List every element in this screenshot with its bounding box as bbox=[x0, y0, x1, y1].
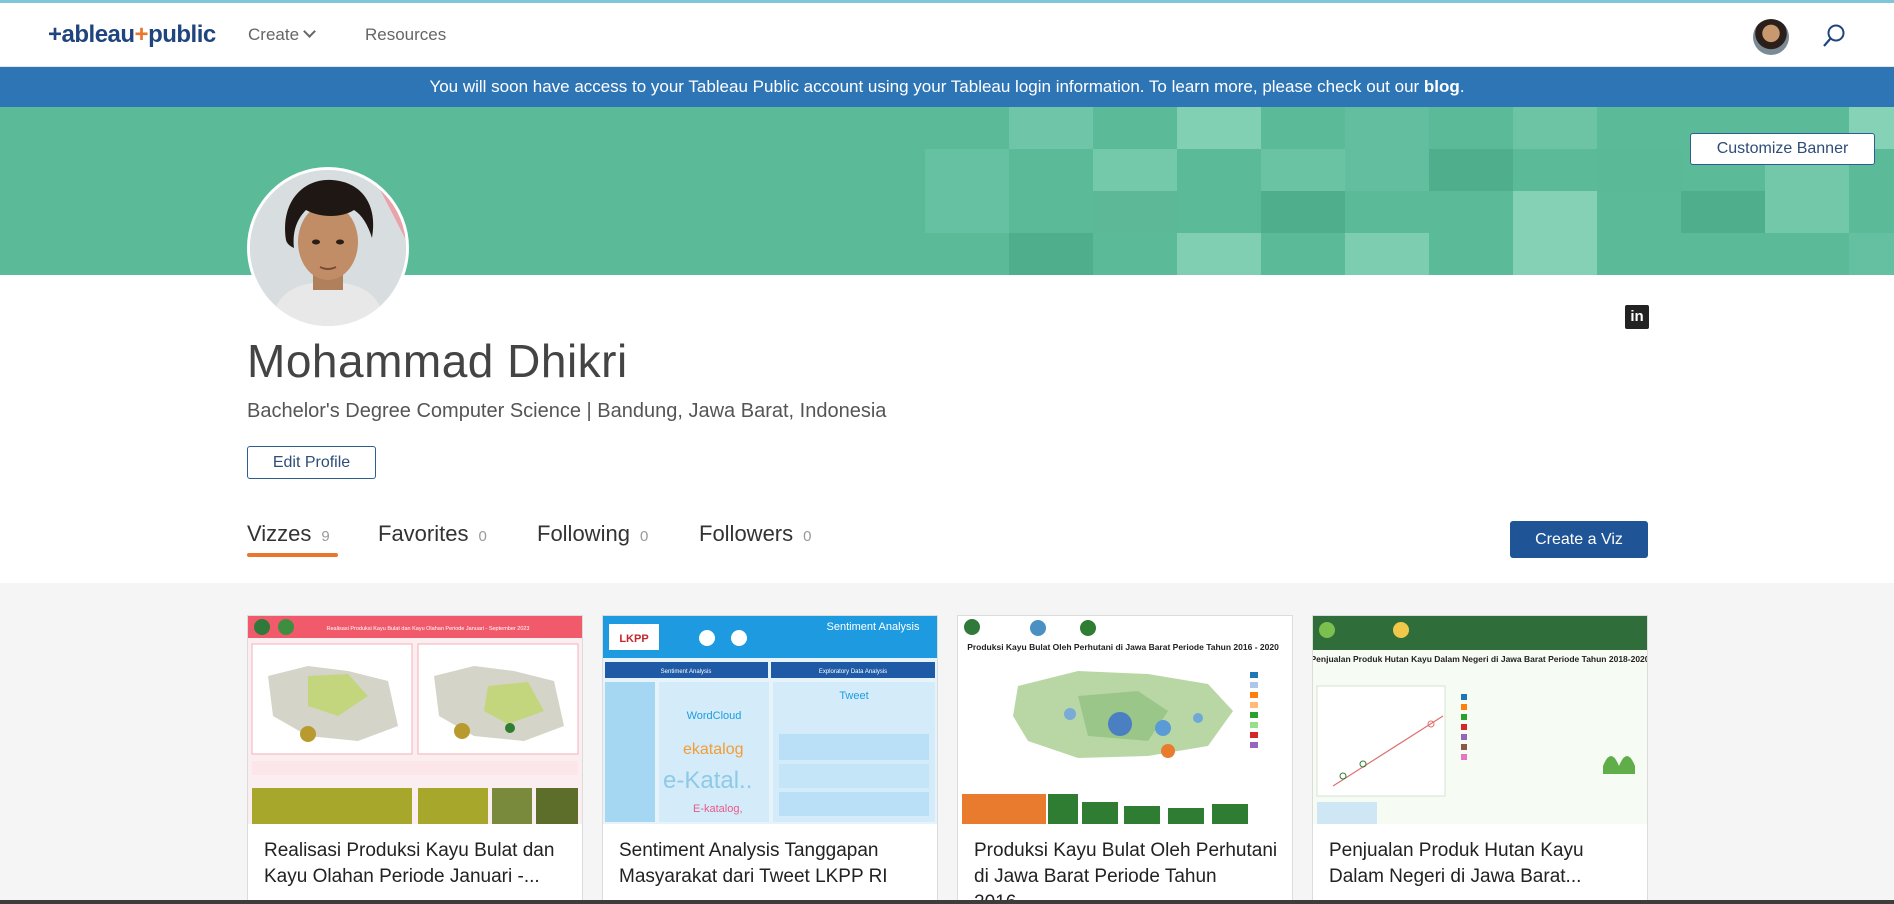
search-icon[interactable] bbox=[1822, 23, 1846, 49]
active-tab-indicator bbox=[247, 553, 338, 557]
tab-count: 0 bbox=[478, 528, 487, 545]
banner-tile bbox=[1093, 191, 1177, 233]
banner-tile bbox=[1345, 233, 1429, 275]
tab-label: Vizzes bbox=[247, 521, 312, 546]
edit-profile-button[interactable]: Edit Profile bbox=[247, 446, 376, 479]
info-message: You will soon have access to your Tablea… bbox=[429, 77, 1424, 96]
thumb-word: e-Katal.. bbox=[663, 767, 752, 794]
thumb-heading: Produksi Kayu Bulat Oleh Perhutani di Ja… bbox=[967, 642, 1279, 652]
blog-link[interactable]: blog bbox=[1424, 77, 1460, 96]
viz-card[interactable]: Produksi Kayu Bulat Oleh Perhutani di Ja… bbox=[957, 615, 1293, 904]
viz-card[interactable]: Realisasi Produksi Kayu Bulat dan Kayu O… bbox=[247, 615, 583, 904]
thumb-heading: Realisasi Produksi Kayu Bulat dan Kayu O… bbox=[326, 626, 529, 632]
banner-tile bbox=[1261, 149, 1345, 191]
tab-favorites[interactable]: Favorites 0 bbox=[378, 521, 487, 547]
banner-tile bbox=[1681, 191, 1765, 233]
svg-text:E-katalog,: E-katalog, bbox=[693, 803, 743, 815]
tab-label: Following bbox=[537, 521, 630, 546]
banner-tile bbox=[1177, 107, 1261, 149]
profile-name: Mohammad Dhikri bbox=[247, 335, 628, 387]
banner-tile bbox=[1429, 149, 1513, 191]
info-tail: . bbox=[1459, 77, 1465, 96]
viz-card-title[interactable]: Sentiment Analysis Tanggapan Masyarakat … bbox=[619, 838, 924, 890]
banner-tile bbox=[925, 149, 1009, 233]
top-header: +ableau+public Create Resources bbox=[0, 3, 1894, 67]
tab-following[interactable]: Following 0 bbox=[537, 521, 648, 547]
profile-photo bbox=[247, 167, 409, 329]
banner-tile bbox=[1597, 149, 1681, 191]
viz-thumbnail[interactable]: LKPP Sentiment Analysis Sentiment Analys… bbox=[603, 616, 937, 824]
viz-thumbnail[interactable]: Realisasi Produksi Kayu Bulat dan Kayu O… bbox=[248, 616, 582, 824]
tableau-public-logo[interactable]: +ableau+public bbox=[48, 21, 216, 49]
banner-tile bbox=[1513, 191, 1597, 275]
viz-card[interactable]: LKPP Sentiment Analysis Sentiment Analys… bbox=[602, 615, 938, 904]
tab-label: Favorites bbox=[378, 521, 469, 546]
thumb-tab: Exploratory Data Analysis bbox=[819, 669, 887, 675]
viz-card[interactable]: Penjualan Produk Hutan Kayu Dalam Negeri… bbox=[1312, 615, 1648, 904]
viz-card-title[interactable]: Produksi Kayu Bulat Oleh Perhutani di Ja… bbox=[974, 838, 1279, 903]
svg-text:ekatalog: ekatalog bbox=[683, 741, 744, 758]
viz-thumbnail[interactable]: Produksi Kayu Bulat Oleh Perhutani di Ja… bbox=[958, 616, 1292, 824]
tab-count: 0 bbox=[803, 528, 812, 545]
user-avatar[interactable] bbox=[1753, 19, 1789, 55]
tab-followers[interactable]: Followers 0 bbox=[699, 521, 811, 547]
profile-bio: Bachelor's Degree Computer Science | Ban… bbox=[247, 400, 887, 422]
chevron-down-icon bbox=[303, 25, 316, 38]
linkedin-icon[interactable]: in bbox=[1625, 305, 1649, 329]
viz-thumbnail[interactable]: Penjualan Produk Hutan Kayu Dalam Negeri… bbox=[1313, 616, 1647, 824]
banner-tile bbox=[1093, 149, 1177, 191]
create-viz-button[interactable]: Create a Viz bbox=[1510, 521, 1648, 558]
thumb-heading: Sentiment Analysis bbox=[827, 621, 920, 633]
banner-tile bbox=[1345, 107, 1429, 191]
nav-create[interactable]: Create bbox=[248, 25, 316, 45]
banner-tile bbox=[1009, 107, 1093, 149]
banner-tile bbox=[1261, 191, 1345, 233]
tab-count: 9 bbox=[321, 528, 330, 545]
thumb-heading: Penjualan Produk Hutan Kayu Dalam Negeri… bbox=[1313, 654, 1647, 664]
tab-label: Followers bbox=[699, 521, 794, 546]
customize-banner-button[interactable]: Customize Banner bbox=[1690, 133, 1875, 165]
tab-vizzes[interactable]: Vizzes 9 bbox=[247, 521, 330, 547]
window-bottom-edge bbox=[0, 900, 1894, 904]
info-banner: You will soon have access to your Tablea… bbox=[0, 67, 1894, 107]
thumb-word: WordCloud bbox=[687, 710, 742, 722]
viz-card-title[interactable]: Penjualan Produk Hutan Kayu Dalam Negeri… bbox=[1329, 838, 1634, 890]
tab-count: 0 bbox=[639, 528, 649, 545]
nav-resources[interactable]: Resources bbox=[365, 25, 446, 45]
thumb-tab: Sentiment Analysis bbox=[661, 669, 712, 675]
thumb-word: Tweet bbox=[839, 690, 868, 702]
banner-tile bbox=[1513, 107, 1597, 149]
viz-card-title[interactable]: Realisasi Produksi Kayu Bulat dan Kayu O… bbox=[264, 838, 569, 890]
banner-tile bbox=[1849, 233, 1894, 275]
nav-create-label: Create bbox=[248, 25, 300, 44]
svg-text:LKPP: LKPP bbox=[619, 633, 648, 645]
banner-tile bbox=[1177, 233, 1261, 275]
banner-tile bbox=[1009, 233, 1093, 275]
